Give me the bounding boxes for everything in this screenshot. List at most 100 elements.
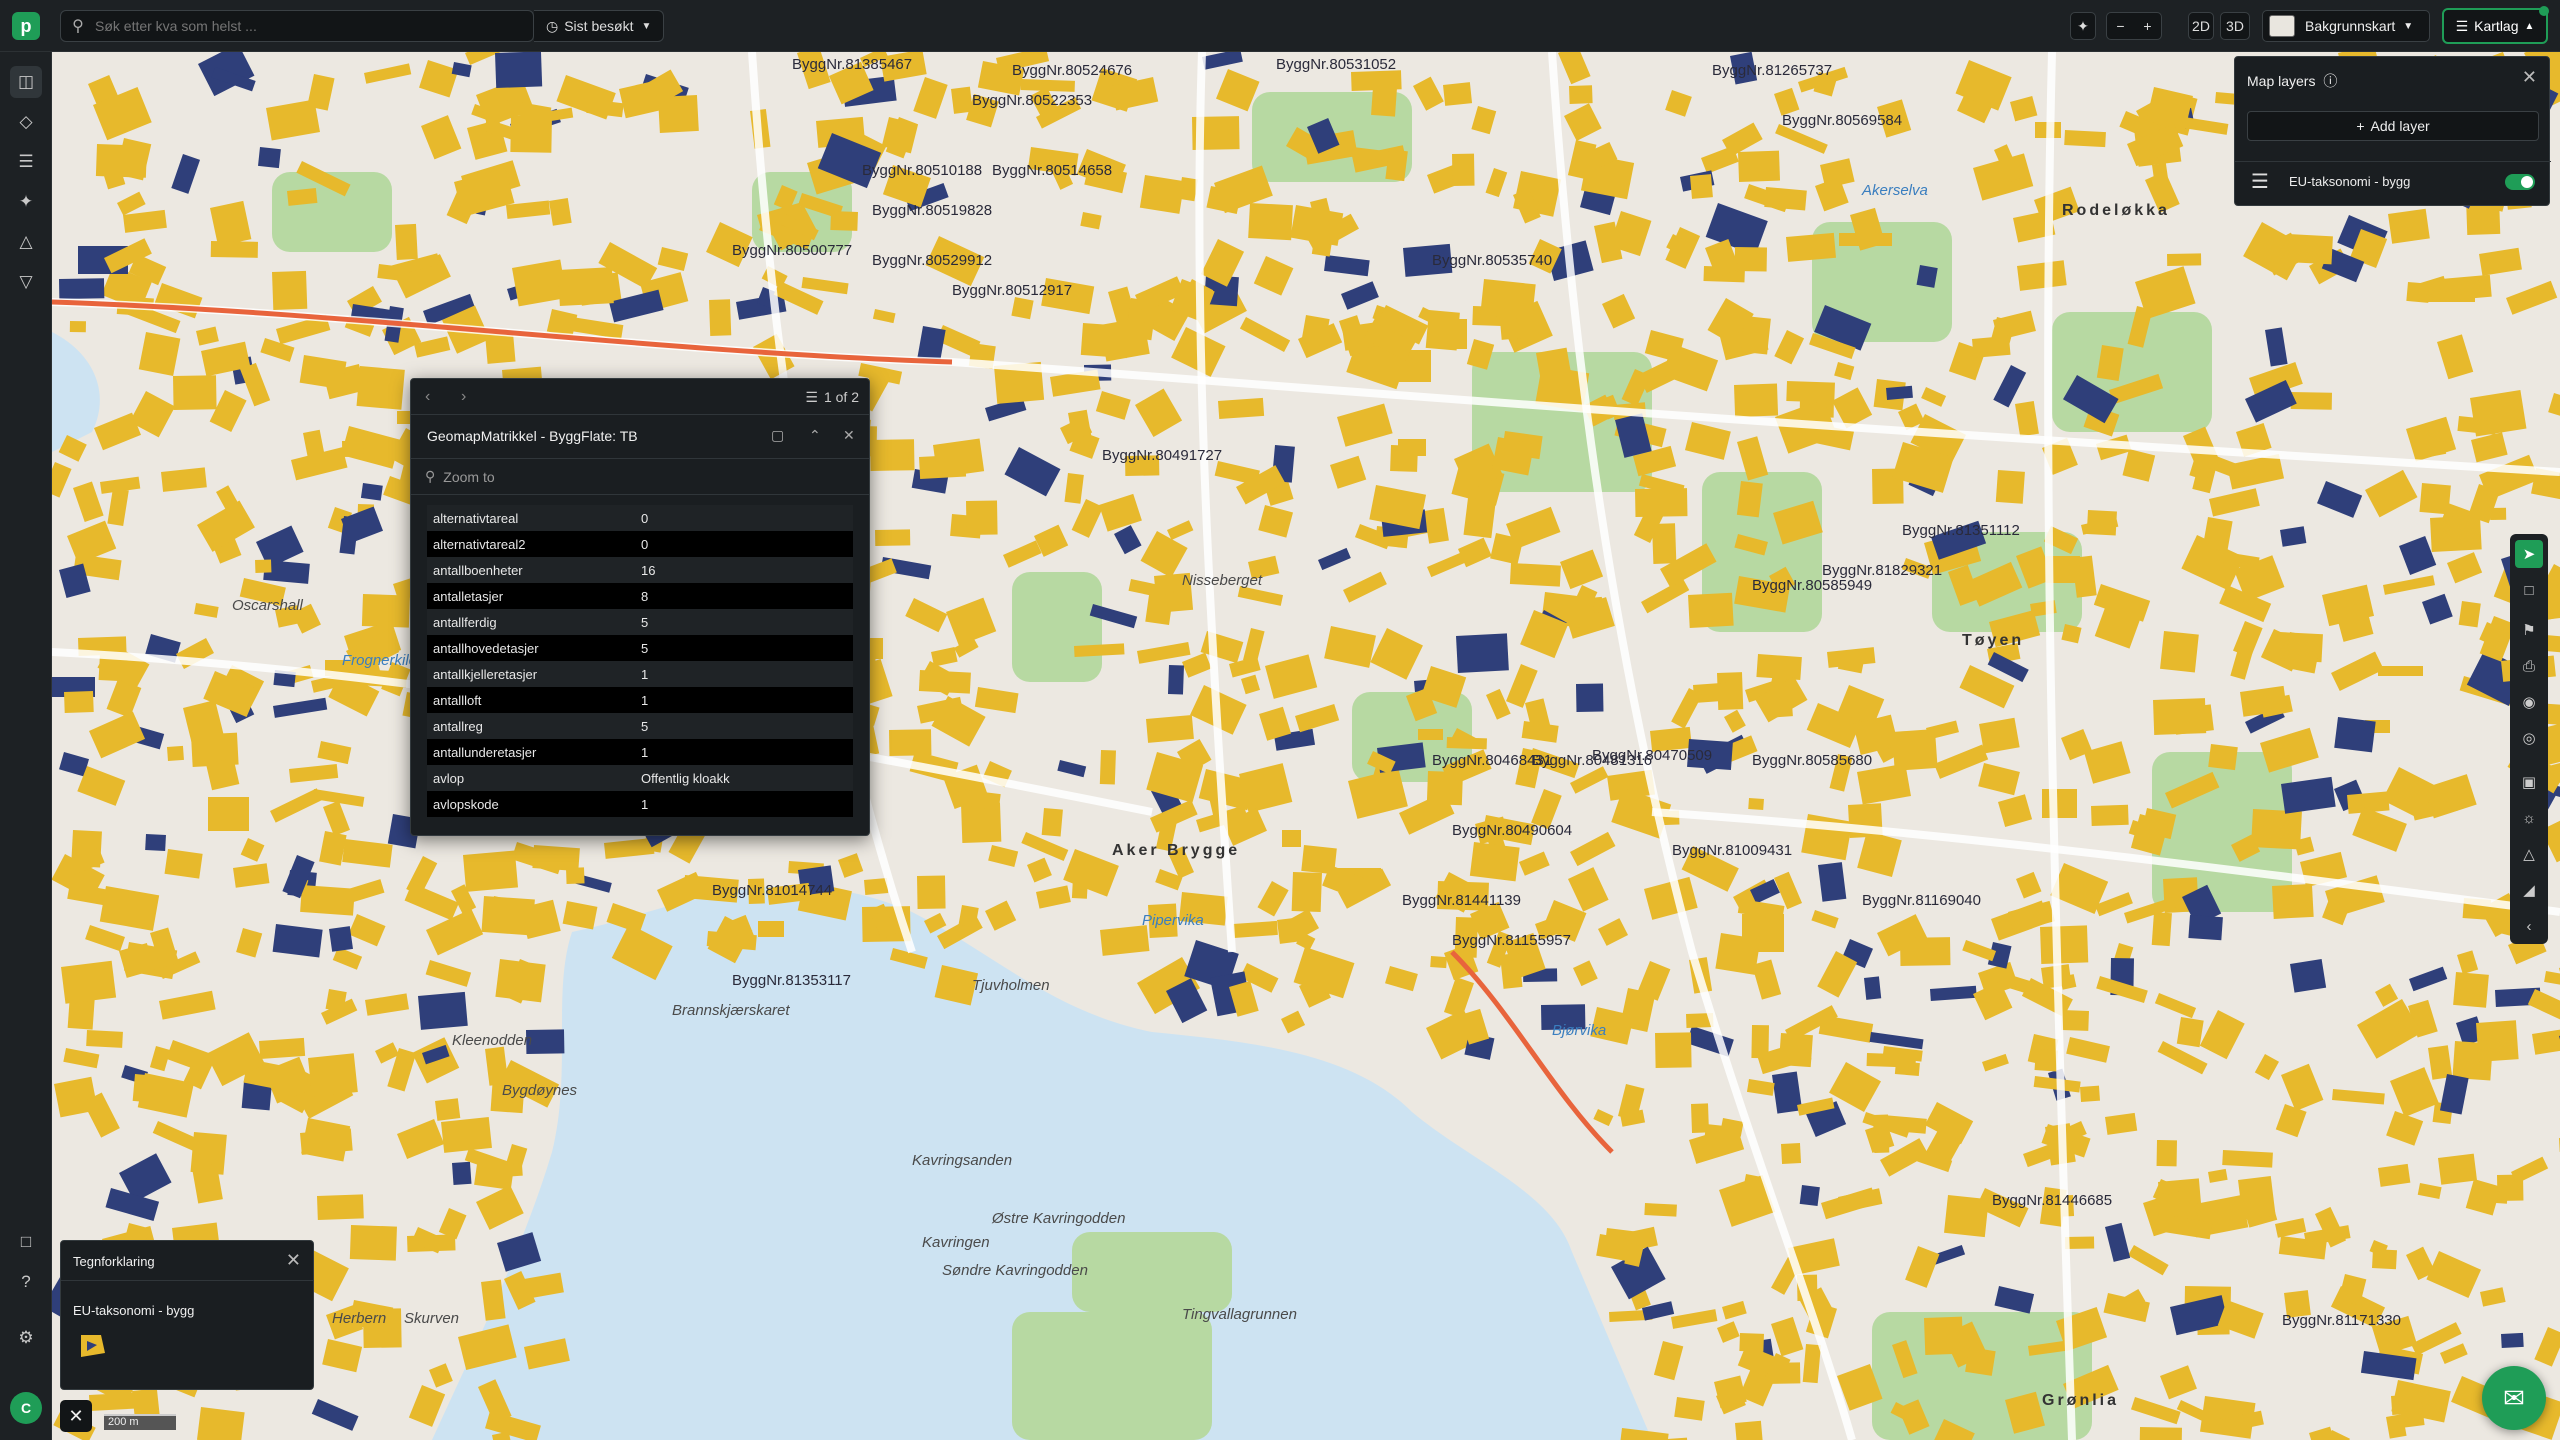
building-label: ByggNr.80585949 (1752, 577, 1873, 594)
layer-visibility-toggle[interactable] (2505, 173, 2535, 190)
building-footprint (1886, 385, 1913, 400)
building-footprint (236, 928, 263, 958)
building-footprint (2389, 1067, 2439, 1118)
lock-icon[interactable]: ▣ (2515, 768, 2543, 796)
building-footprint (196, 326, 219, 346)
close-icon[interactable]: ✕ (843, 427, 855, 444)
recent-dropdown[interactable]: ◷ Sist besøkt ▼ (534, 10, 664, 42)
locate-icon[interactable]: ◎ (2515, 724, 2543, 752)
camera-icon[interactable]: ◉ (2515, 688, 2543, 716)
building-footprint (1916, 265, 1938, 288)
building-footprint (2544, 970, 2560, 992)
layers-label: Kartlag (2474, 18, 2519, 34)
info-icon[interactable]: ⓘ (2323, 73, 2337, 89)
scale-bar: 200 m (104, 1414, 176, 1430)
building-footprint (2352, 806, 2407, 852)
select-tool-icon[interactable]: ➤ (2515, 540, 2543, 568)
building-footprint (1899, 937, 1951, 966)
building-footprint (1655, 1032, 1692, 1068)
place-label: Rodeløkka (2062, 202, 2170, 219)
building-footprint (1318, 547, 1351, 571)
filter-icon[interactable]: ▽ (10, 266, 42, 298)
layers-button[interactable]: ☰ Kartlag ▲ (2442, 6, 2549, 44)
building-footprint (2157, 1041, 2208, 1075)
building-footprint (1576, 683, 1604, 712)
layer-item[interactable]: ☰ EU-taksonomi - bygg (2235, 161, 2551, 201)
measure-icon[interactable]: △ (2515, 840, 2543, 868)
chat-bubble-icon[interactable]: ✉ (2482, 1366, 2546, 1430)
building-footprint (1979, 717, 2020, 754)
building-footprint (1781, 1143, 1802, 1164)
close-icon[interactable]: ✕ (286, 1250, 301, 1271)
building-footprint (2280, 526, 2307, 547)
building-footprint (1674, 1397, 1705, 1421)
settings-icon[interactable]: ⚙ (10, 1322, 42, 1354)
compass-icon: ✦ (2077, 17, 2089, 34)
list-icon[interactable]: ☰ (10, 146, 42, 178)
print-icon[interactable]: ⎙ (2515, 652, 2543, 680)
view-3d-button[interactable]: 3D (2220, 12, 2250, 40)
search-input[interactable] (95, 18, 515, 34)
zoom-in-button[interactable]: + (2143, 18, 2151, 34)
building-footprint (2260, 727, 2319, 773)
building-footprint (495, 1197, 515, 1217)
building-footprint (1330, 455, 1367, 489)
attribute-key: antallunderetasjer (433, 744, 537, 760)
building-footprint (404, 883, 459, 921)
prev-arrow-icon[interactable]: ‹ (425, 388, 430, 406)
building-footprint (1892, 729, 1938, 771)
search-icon: ⚲ (72, 18, 84, 35)
add-layer-button[interactable]: + Add layer (2247, 111, 2539, 141)
building-footprint (2479, 1287, 2506, 1307)
building-footprint (933, 438, 985, 478)
building-footprint (1786, 381, 1835, 403)
zoom-out-button[interactable]: − (2116, 18, 2124, 34)
building-footprint (1413, 76, 1444, 111)
user-avatar[interactable]: C (10, 1392, 42, 1424)
help-icon[interactable]: ? (10, 1266, 42, 1298)
bookmark-icon[interactable]: ⚑ (2515, 616, 2543, 644)
tag-icon[interactable]: ◇ (10, 106, 42, 138)
flask-icon[interactable]: △ (10, 226, 42, 258)
add-layer-label: Add layer (2370, 118, 2430, 134)
layer-stack-icon: ☰ (2251, 170, 2269, 193)
building-footprint (2399, 535, 2437, 575)
building-footprint (1866, 1052, 1916, 1068)
zoom-to-field[interactable]: ⚲ Zoom to (411, 459, 869, 495)
app-logo[interactable]: p (12, 12, 40, 40)
building-footprint (1146, 714, 1194, 743)
attribute-row: antallunderetasjer 1 (427, 739, 853, 765)
next-arrow-icon[interactable]: › (461, 388, 466, 406)
building-footprint (1735, 1420, 1764, 1440)
collapse-icon[interactable]: ‹ (2515, 912, 2543, 940)
sun-icon[interactable]: ☼ (2515, 804, 2543, 832)
building-footprint (1993, 365, 2027, 408)
search-box[interactable]: ⚲ (60, 10, 534, 42)
building-footprint (99, 886, 160, 931)
map-view-icon[interactable]: ◫ (10, 66, 42, 98)
building-footprint (1568, 867, 1609, 912)
place-label: Bygdøynes (502, 1082, 578, 1099)
compass-button[interactable]: ✦ (2070, 12, 2096, 40)
box-select-icon[interactable]: □ (2515, 576, 2543, 604)
basemap-dropdown[interactable]: Bakgrunnskart ▼ (2262, 10, 2430, 42)
sparkle-icon[interactable]: ✦ (10, 186, 42, 218)
building-footprint (1167, 665, 1184, 695)
building-footprint (1371, 86, 1397, 117)
close-icon[interactable]: ✕ (2522, 67, 2537, 88)
building-label: ByggNr.81009431 (1672, 842, 1793, 859)
maximize-icon[interactable]: ▢ (771, 427, 784, 444)
close-scale-button[interactable]: ✕ (60, 1400, 92, 1432)
building-footprint (2290, 958, 2327, 993)
view-2d-button[interactable]: 2D (2188, 12, 2214, 40)
building-footprint (240, 838, 265, 862)
building-footprint (2465, 1179, 2501, 1216)
chat-icon[interactable]: □ (10, 1226, 42, 1258)
building-footprint (1752, 959, 1782, 1000)
draw-icon[interactable]: ◢ (2515, 876, 2543, 904)
chevron-up-icon[interactable]: ⌃ (809, 427, 821, 444)
building-footprint (269, 788, 323, 823)
place-label: Nisseberget (1182, 572, 1263, 589)
plus-icon: + (2356, 118, 2365, 134)
building-footprint (1425, 310, 1460, 351)
